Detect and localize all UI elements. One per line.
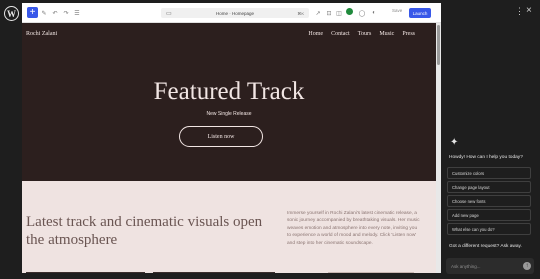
ask-prompt: Got a different request? Ask away. <box>449 244 522 249</box>
command-shortcut: ⌘K <box>297 10 304 16</box>
settings-icon[interactable]: ◯ <box>358 7 366 19</box>
media-thumbnail <box>153 272 275 273</box>
device-preview-icon[interactable]: ⊡ <box>325 7 333 19</box>
suggestion-change-layout[interactable]: Change page layout <box>447 181 531 193</box>
add-block-button[interactable]: + <box>27 7 38 18</box>
hero-section: Rochi Zalani Home Contact Tours Music Pr… <box>22 23 436 181</box>
site-title[interactable]: Rochi Zalani <box>26 31 57 37</box>
listen-now-button[interactable]: Listen now <box>179 126 263 147</box>
site-editor: + ✎ ↶ ↷ ☰ ▭ Home · Homepage ⌘K ↗ ⊡ ◫ ◯ ◐… <box>22 3 441 273</box>
send-icon[interactable]: ↑ <box>523 262 531 270</box>
document-bar[interactable]: ▭ Home · Homepage ⌘K <box>161 8 309 18</box>
scrollbar-thumb[interactable] <box>437 25 440 65</box>
close-icon[interactable]: × <box>526 5 532 16</box>
editor-canvas[interactable]: Rochi Zalani Home Contact Tours Music Pr… <box>22 23 436 273</box>
nav-item-home[interactable]: Home <box>308 31 323 37</box>
undo-icon[interactable]: ↶ <box>51 7 59 19</box>
section-heading: Latest track and cinematic visuals open … <box>26 214 263 248</box>
page-icon: ▭ <box>166 10 172 17</box>
more-options-icon[interactable]: ⋮ <box>515 6 524 17</box>
contrast-icon[interactable]: ◐ <box>370 7 378 19</box>
view-external-icon[interactable]: ↗ <box>314 7 322 19</box>
section-paragraph: Immerse yourself in Rochi Zalani's lates… <box>287 211 420 246</box>
hero-title: Featured Track <box>153 78 305 105</box>
suggestion-what-else[interactable]: What else can you do? <box>447 223 531 235</box>
suggestion-customize-colors[interactable]: Customize colors <box>447 167 531 179</box>
hero-subtitle: New Single Release <box>206 111 252 117</box>
editor-toolbar: + ✎ ↶ ↷ ☰ ▭ Home · Homepage ⌘K ↗ ⊡ ◫ ◯ ◐… <box>22 3 441 23</box>
launch-button[interactable]: Launch <box>409 8 431 18</box>
wordpress-logo-icon[interactable]: W <box>4 6 19 21</box>
suggestion-new-fonts[interactable]: Choose new fonts <box>447 195 531 207</box>
styles-icon[interactable] <box>346 8 353 15</box>
ai-sparkle-icon: ✦ <box>450 137 459 148</box>
about-section: Latest track and cinematic visuals open … <box>22 181 436 273</box>
media-thumbnail <box>26 272 145 273</box>
sidebar-toggle-icon[interactable]: ◫ <box>335 7 343 19</box>
media-thumbnail <box>328 272 414 273</box>
nav-item-press[interactable]: Press <box>402 31 415 37</box>
edit-tool-icon[interactable]: ✎ <box>40 7 48 19</box>
list-view-icon[interactable]: ☰ <box>73 7 81 19</box>
assistant-input[interactable]: Ask anything... <box>446 258 534 274</box>
nav-item-contact[interactable]: Contact <box>331 31 350 37</box>
assistant-greeting: Howdy! How can I help you today? <box>449 155 523 160</box>
save-button[interactable]: Save <box>392 8 402 13</box>
nav-item-music[interactable]: Music <box>379 31 394 37</box>
document-title: Home · Homepage <box>215 10 255 16</box>
nav-item-tours[interactable]: Tours <box>358 31 372 37</box>
redo-icon[interactable]: ↷ <box>62 7 70 19</box>
site-navigation: Home Contact Tours Music Press <box>308 31 415 37</box>
suggestion-add-page[interactable]: Add new page <box>447 209 531 221</box>
